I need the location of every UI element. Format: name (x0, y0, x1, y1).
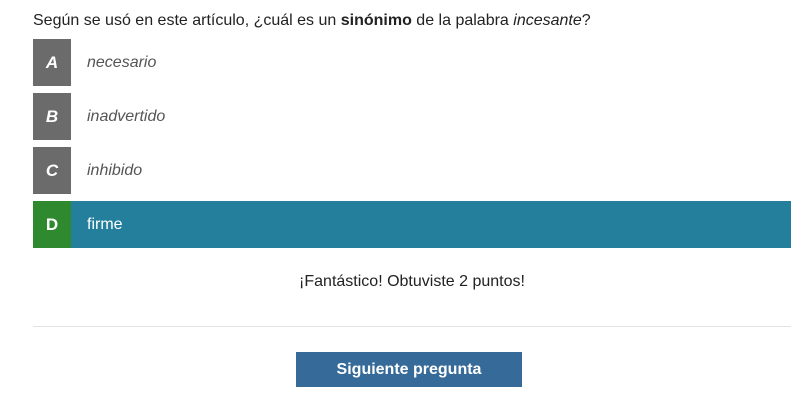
option-letter: D (33, 201, 71, 248)
question-middle: de la palabra (411, 12, 514, 29)
question-prefix: Según se usó en este artículo, ¿cuál es … (33, 12, 341, 29)
option-c[interactable]: C inhibido (33, 147, 791, 194)
question-keyword-bold: sinónimo (340, 12, 412, 29)
option-letter: C (33, 147, 71, 194)
option-letter: A (33, 39, 71, 86)
option-label: inhibido (87, 161, 143, 179)
question-keyword-italic: incesante (513, 12, 582, 29)
divider (33, 326, 791, 327)
question-suffix: ? (581, 12, 591, 29)
question-text: Según se usó en este artículo, ¿cuál es … (33, 10, 591, 32)
option-letter: B (33, 93, 71, 140)
option-b[interactable]: B inadvertido (33, 93, 791, 140)
option-label: firme (87, 215, 123, 233)
answer-options: A necesario B inadvertido C inhibido D f… (33, 39, 791, 255)
option-label: necesario (87, 53, 157, 71)
option-label: inadvertido (87, 107, 166, 125)
feedback-message: ¡Fantástico! Obtuviste 2 puntos! (299, 273, 525, 290)
next-question-button[interactable]: Siguiente pregunta (296, 352, 522, 387)
option-d[interactable]: D firme (33, 201, 791, 248)
option-a[interactable]: A necesario (33, 39, 791, 86)
